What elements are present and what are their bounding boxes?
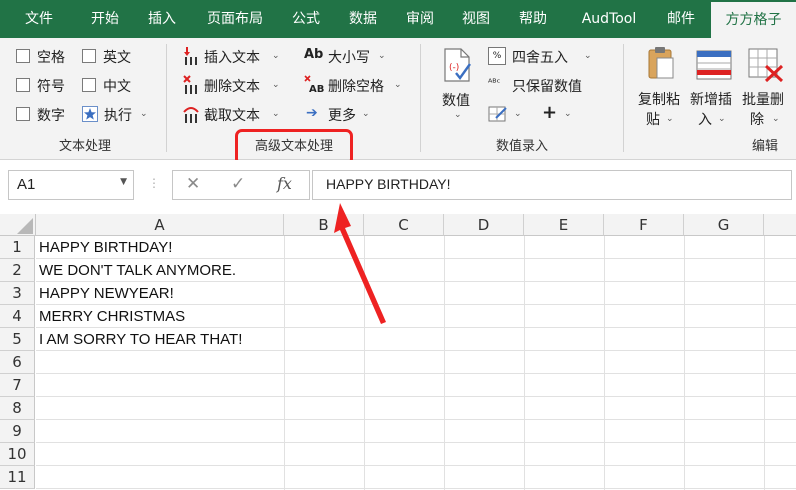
- annotation-arrow: [334, 203, 386, 324]
